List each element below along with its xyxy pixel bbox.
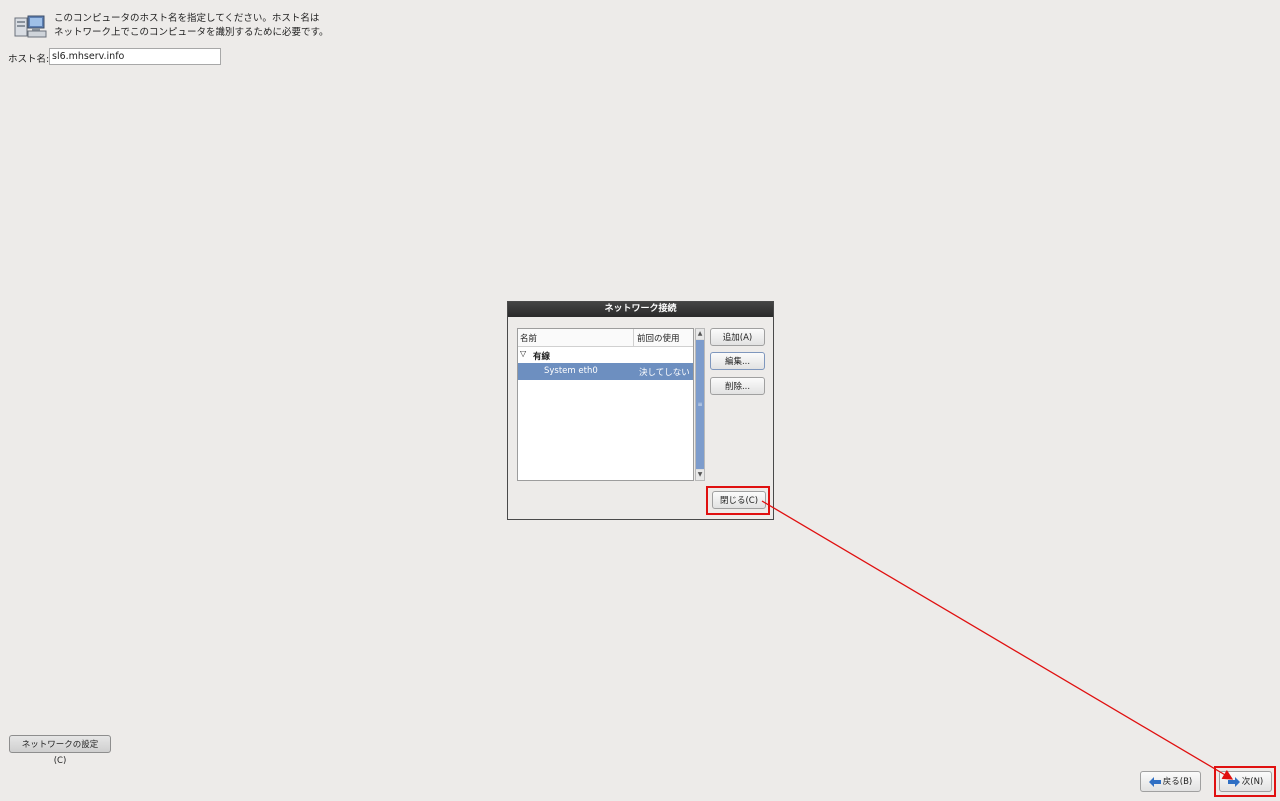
annotation-arrow xyxy=(761,500,1234,780)
installer-screen: このコンピュータのホスト名を指定してください。ホスト名は ネットワーク上でこのコ… xyxy=(0,0,1280,801)
